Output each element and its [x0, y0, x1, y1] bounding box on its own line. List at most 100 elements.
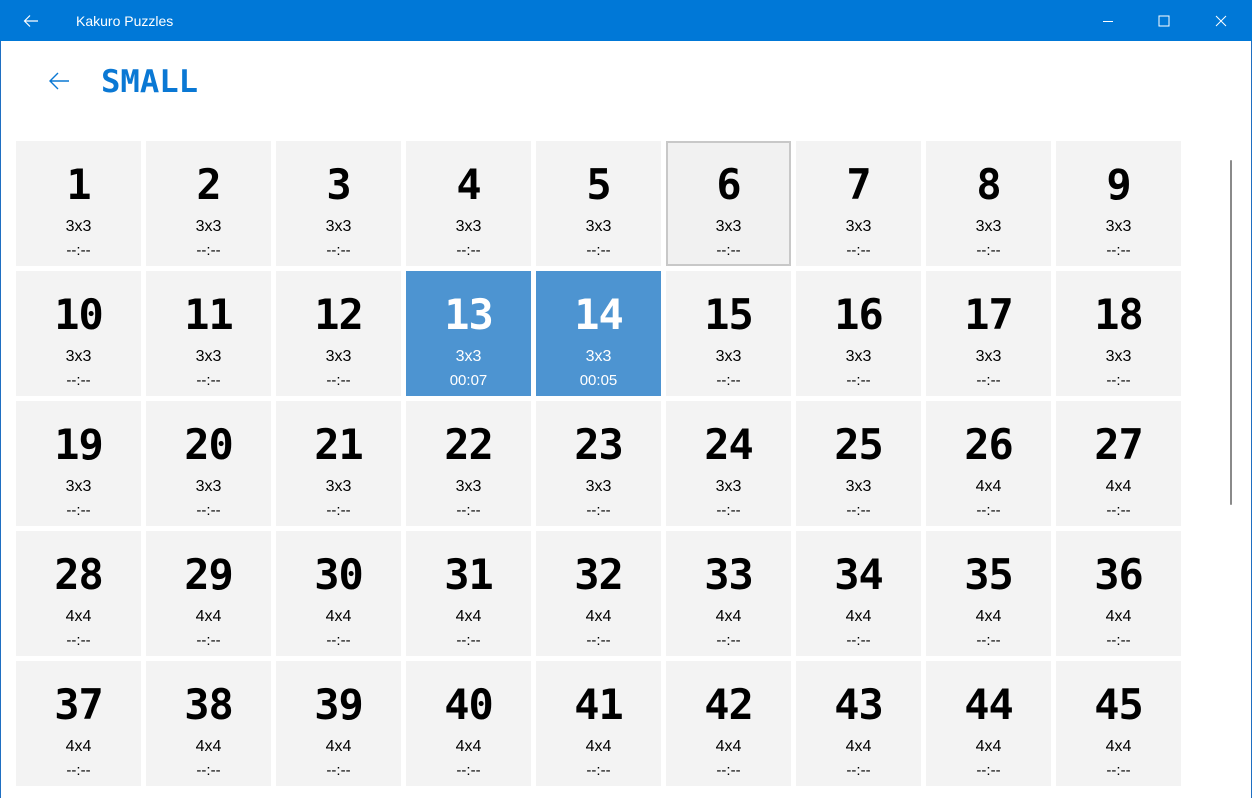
puzzle-time: --:-- — [716, 242, 741, 259]
puzzle-tile[interactable]: 37 4x4 --:-- — [16, 661, 141, 786]
puzzle-tile[interactable]: 33 4x4 --:-- — [666, 531, 791, 656]
puzzle-tile[interactable]: 30 4x4 --:-- — [276, 531, 401, 656]
puzzle-size: 4x4 — [975, 478, 1002, 495]
puzzle-tile[interactable]: 44 4x4 --:-- — [926, 661, 1051, 786]
puzzle-number: 15 — [704, 290, 754, 339]
puzzle-time: --:-- — [196, 502, 221, 519]
puzzle-tile[interactable]: 14 3x3 00:05 — [536, 271, 661, 396]
puzzle-number: 18 — [1094, 290, 1144, 339]
puzzle-size: 4x4 — [1105, 478, 1132, 495]
puzzle-number: 33 — [704, 550, 754, 599]
puzzle-tile[interactable]: 22 3x3 --:-- — [406, 401, 531, 526]
puzzle-number: 29 — [184, 550, 234, 599]
maximize-button[interactable] — [1136, 0, 1192, 41]
puzzle-tile[interactable]: 35 4x4 --:-- — [926, 531, 1051, 656]
puzzle-number: 5 — [586, 160, 611, 209]
puzzle-time: --:-- — [456, 762, 481, 779]
puzzle-number: 1 — [66, 160, 91, 209]
puzzle-number: 24 — [704, 420, 754, 469]
puzzle-time: --:-- — [586, 242, 611, 259]
puzzle-tile[interactable]: 15 3x3 --:-- — [666, 271, 791, 396]
puzzle-tile[interactable]: 17 3x3 --:-- — [926, 271, 1051, 396]
puzzle-tile[interactable]: 16 3x3 --:-- — [796, 271, 921, 396]
scrollbar-thumb[interactable] — [1230, 160, 1232, 505]
puzzle-time: --:-- — [586, 502, 611, 519]
puzzle-tile[interactable]: 39 4x4 --:-- — [276, 661, 401, 786]
puzzle-size: 4x4 — [195, 738, 222, 755]
title-bar: Kakuro Puzzles — [0, 0, 1252, 41]
puzzle-tile[interactable]: 2 3x3 --:-- — [146, 141, 271, 266]
puzzle-number: 36 — [1094, 550, 1144, 599]
puzzle-number: 41 — [574, 680, 624, 729]
puzzle-tile[interactable]: 24 3x3 --:-- — [666, 401, 791, 526]
puzzle-number: 4 — [456, 160, 481, 209]
puzzle-tile[interactable]: 32 4x4 --:-- — [536, 531, 661, 656]
puzzle-tile[interactable]: 12 3x3 --:-- — [276, 271, 401, 396]
puzzle-size: 3x3 — [585, 218, 612, 235]
puzzle-number: 43 — [834, 680, 884, 729]
puzzle-tile[interactable]: 45 4x4 --:-- — [1056, 661, 1181, 786]
puzzle-number: 27 — [1094, 420, 1144, 469]
puzzle-tile[interactable]: 9 3x3 --:-- — [1056, 141, 1181, 266]
puzzle-size: 3x3 — [455, 218, 482, 235]
puzzle-time: --:-- — [846, 372, 871, 389]
puzzle-tile[interactable]: 29 4x4 --:-- — [146, 531, 271, 656]
puzzle-time: --:-- — [456, 632, 481, 649]
vertical-scrollbar[interactable] — [1226, 140, 1238, 798]
puzzle-tile[interactable]: 6 3x3 --:-- — [666, 141, 791, 266]
puzzle-tile[interactable]: 8 3x3 --:-- — [926, 141, 1051, 266]
puzzle-tile[interactable]: 18 3x3 --:-- — [1056, 271, 1181, 396]
puzzle-tile[interactable]: 36 4x4 --:-- — [1056, 531, 1181, 656]
puzzle-tile[interactable]: 21 3x3 --:-- — [276, 401, 401, 526]
close-button[interactable] — [1193, 0, 1249, 41]
page-back-button[interactable] — [40, 62, 78, 100]
titlebar-back-button[interactable] — [12, 0, 50, 41]
puzzle-tile[interactable]: 31 4x4 --:-- — [406, 531, 531, 656]
puzzle-number: 19 — [54, 420, 104, 469]
puzzle-tile[interactable]: 20 3x3 --:-- — [146, 401, 271, 526]
puzzle-time: --:-- — [976, 372, 1001, 389]
puzzle-tile[interactable]: 11 3x3 --:-- — [146, 271, 271, 396]
puzzle-tile[interactable]: 41 4x4 --:-- — [536, 661, 661, 786]
puzzle-tile[interactable]: 26 4x4 --:-- — [926, 401, 1051, 526]
puzzle-size: 4x4 — [845, 738, 872, 755]
puzzle-time: --:-- — [66, 762, 91, 779]
arrow-left-icon — [49, 72, 69, 90]
puzzle-tile[interactable]: 7 3x3 --:-- — [796, 141, 921, 266]
puzzle-size: 4x4 — [325, 608, 352, 625]
puzzle-tile[interactable]: 38 4x4 --:-- — [146, 661, 271, 786]
puzzle-tile[interactable]: 25 3x3 --:-- — [796, 401, 921, 526]
puzzle-tile[interactable]: 3 3x3 --:-- — [276, 141, 401, 266]
puzzle-tile[interactable]: 28 4x4 --:-- — [16, 531, 141, 656]
puzzle-size: 3x3 — [845, 218, 872, 235]
puzzle-tile[interactable]: 42 4x4 --:-- — [666, 661, 791, 786]
puzzle-tile[interactable]: 1 3x3 --:-- — [16, 141, 141, 266]
puzzle-time: --:-- — [716, 632, 741, 649]
puzzle-time: --:-- — [976, 502, 1001, 519]
puzzle-time: --:-- — [846, 762, 871, 779]
puzzle-tile[interactable]: 43 4x4 --:-- — [796, 661, 921, 786]
puzzle-time: --:-- — [66, 372, 91, 389]
puzzle-tile[interactable]: 5 3x3 --:-- — [536, 141, 661, 266]
puzzle-tile[interactable]: 40 4x4 --:-- — [406, 661, 531, 786]
puzzle-tile[interactable]: 23 3x3 --:-- — [536, 401, 661, 526]
puzzle-tile[interactable]: 27 4x4 --:-- — [1056, 401, 1181, 526]
arrow-left-icon — [23, 14, 38, 27]
puzzle-time: --:-- — [1106, 372, 1131, 389]
puzzle-tile[interactable]: 4 3x3 --:-- — [406, 141, 531, 266]
puzzle-size: 3x3 — [585, 478, 612, 495]
puzzle-time: --:-- — [586, 762, 611, 779]
puzzle-time: --:-- — [976, 632, 1001, 649]
puzzle-number: 39 — [314, 680, 364, 729]
puzzle-time: --:-- — [846, 242, 871, 259]
puzzle-time: 00:07 — [449, 372, 488, 389]
puzzle-tile[interactable]: 34 4x4 --:-- — [796, 531, 921, 656]
puzzle-size: 4x4 — [65, 738, 92, 755]
puzzle-number: 14 — [574, 290, 624, 339]
puzzle-tile[interactable]: 10 3x3 --:-- — [16, 271, 141, 396]
puzzle-size: 3x3 — [1105, 348, 1132, 365]
puzzle-size: 3x3 — [325, 218, 352, 235]
minimize-button[interactable] — [1080, 0, 1136, 41]
puzzle-tile[interactable]: 13 3x3 00:07 — [406, 271, 531, 396]
puzzle-tile[interactable]: 19 3x3 --:-- — [16, 401, 141, 526]
